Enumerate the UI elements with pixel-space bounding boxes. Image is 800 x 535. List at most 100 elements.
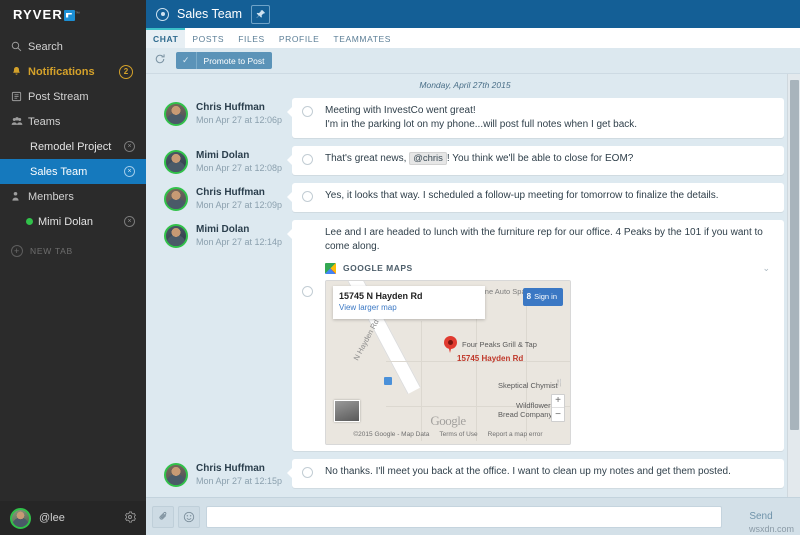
notification-badge: 2 [119, 65, 133, 79]
view-larger-map-link[interactable]: View larger map [339, 302, 479, 314]
message-row: Mimi Dolan Mon Apr 27 at 12:08p That's g… [146, 146, 784, 175]
sidebar-item-mimi-dolan[interactable]: Mimi Dolan × [0, 209, 146, 234]
google-maps-icon [325, 263, 336, 274]
avatar[interactable] [164, 463, 188, 487]
site-watermark: wsxdn.com [749, 524, 794, 534]
tab-files[interactable]: FILES [231, 28, 272, 48]
message-bubble: Meeting with InvestCo went great! I'm in… [292, 98, 784, 138]
avatar[interactable] [164, 187, 188, 211]
map-copyright: ©2015 Google - Map Data [353, 428, 429, 442]
brand-mark-icon [64, 10, 75, 21]
tab-teammates[interactable]: TEAMMATES [326, 28, 398, 48]
message-input[interactable] [206, 506, 722, 528]
current-user-handle: @lee [39, 512, 124, 524]
message-bubble: No thanks. I'll meet you back at the off… [292, 459, 784, 488]
message-author-block: Mimi Dolan Mon Apr 27 at 12:08p [164, 146, 292, 175]
message-select-radio[interactable] [302, 286, 313, 297]
post-stream-icon [11, 91, 28, 102]
message-row: Chris Huffman Mon Apr 27 at 12:06p Meeti… [146, 98, 784, 138]
google-g-icon: 8 [527, 290, 531, 304]
message-select-radio[interactable] [302, 154, 313, 165]
message-row: Mimi Dolan Mon Apr 27 at 12:14p Lee and … [146, 220, 784, 451]
message-author: Chris Huffman [196, 187, 282, 199]
new-tab-button[interactable]: + NEW TAB [0, 238, 146, 263]
message-line: I'm in the parking lot on my phone...wil… [325, 118, 774, 132]
map-place-name: Four Peaks Grill & Tap [462, 338, 537, 352]
tab-chat[interactable]: CHAT [146, 28, 185, 48]
scrollbar-thumb[interactable] [790, 80, 799, 430]
message-select-radio[interactable] [302, 467, 313, 478]
tab-bar: CHAT POSTS FILES PROFILE TEAMMATES [146, 28, 800, 48]
avatar[interactable] [10, 508, 31, 529]
sidebar-item-members[interactable]: Members [0, 184, 146, 209]
send-button[interactable]: Send [728, 511, 794, 522]
google-watermark: Google [430, 414, 465, 428]
message-select-radio[interactable] [302, 106, 313, 117]
message-author: Chris Huffman [196, 463, 282, 475]
message-list-scrollbar[interactable] [787, 74, 800, 497]
message-bubble: Yes, it looks that way. I scheduled a fo… [292, 183, 784, 212]
sidebar-nav: Search Notifications 2 Post Stream T [0, 28, 146, 501]
street-view-thumbnail[interactable] [334, 400, 360, 422]
teams-icon [11, 116, 28, 127]
terms-of-use-link[interactable]: Terms of Use [439, 428, 477, 442]
page-title: Sales Team [177, 7, 242, 21]
gear-icon[interactable] [124, 511, 136, 526]
promote-to-post-button[interactable]: ✓ Promote to Post [176, 52, 272, 69]
avatar[interactable] [164, 224, 188, 248]
date-separator: Monday, April 27th 2015 [146, 74, 784, 98]
mention-chip[interactable]: @chris [409, 152, 447, 165]
smiley-icon[interactable] [178, 506, 200, 528]
message-select-radio[interactable] [302, 191, 313, 202]
map-address: 15745 N Hayden Rd [339, 290, 479, 302]
message-timestamp: Mon Apr 27 at 12:14p [196, 236, 282, 249]
zoom-in-button[interactable]: + [552, 395, 564, 408]
member-icon [11, 191, 28, 202]
online-status-icon [26, 218, 33, 225]
sidebar-item-search[interactable]: Search [0, 34, 146, 59]
avatar[interactable] [164, 102, 188, 126]
report-map-error-link[interactable]: Report a map error [488, 428, 543, 442]
pin-icon[interactable] [251, 5, 270, 24]
sidebar-item-post-stream[interactable]: Post Stream [0, 84, 146, 109]
new-tab-label: NEW TAB [30, 246, 73, 256]
tab-posts[interactable]: POSTS [185, 28, 231, 48]
close-icon[interactable]: × [124, 141, 135, 152]
map-preview[interactable]: Cobblestone Auto Spa 15745 N Hayden Rd V… [325, 280, 571, 445]
message-row: Chris Huffman Mon Apr 27 at 12:15p No th… [146, 459, 784, 488]
sidebar-member-label: Mimi Dolan [38, 216, 124, 228]
message-text: Yes, it looks that way. I scheduled a fo… [325, 189, 774, 203]
map-info-card: 15745 N Hayden Rd View larger map [333, 286, 485, 319]
zoom-out-button[interactable]: − [552, 408, 564, 421]
action-bar: ✓ Promote to Post [146, 48, 800, 74]
app-root: RYVER™ Search Notifications 2 Pos [0, 0, 800, 535]
paperclip-icon[interactable] [152, 506, 174, 528]
sign-in-button[interactable]: 8 Sign in [523, 288, 563, 306]
chevron-down-icon[interactable]: ⌄ [762, 261, 770, 275]
refresh-icon[interactable] [154, 53, 166, 68]
sidebar-item-label: Post Stream [28, 91, 135, 103]
avatar[interactable] [164, 150, 188, 174]
sidebar-item-remodel-project[interactable]: Remodel Project × [0, 134, 146, 159]
map-transit-icon [384, 377, 392, 385]
message-row: Chris Huffman Mon Apr 27 at 12:09p Yes, … [146, 183, 784, 212]
close-icon[interactable]: × [124, 216, 135, 227]
message-text: Lee and I are headed to lunch with the f… [325, 226, 774, 445]
brand-tm: ™ [75, 11, 80, 17]
message-line: Meeting with InvestCo went great! [325, 104, 774, 118]
message-text: Meeting with InvestCo went great! I'm in… [325, 104, 774, 132]
channel-header: Sales Team [146, 0, 800, 28]
map-place-address: 15745 Hayden Rd [457, 352, 523, 366]
message-text: That's great news, @chris! You think we'… [325, 152, 774, 166]
attachment-header: GOOGLE MAPS ⌄ [325, 261, 774, 275]
bell-icon [11, 66, 28, 77]
close-icon[interactable]: × [124, 166, 135, 177]
message-author: Mimi Dolan [196, 224, 282, 236]
sidebar-item-notifications[interactable]: Notifications 2 [0, 59, 146, 84]
plus-icon: + [11, 245, 23, 257]
sidebar-item-sales-team[interactable]: Sales Team × [0, 159, 146, 184]
message-author-block: Chris Huffman Mon Apr 27 at 12:15p [164, 459, 292, 488]
sidebar-item-teams[interactable]: Teams [0, 109, 146, 134]
tab-profile[interactable]: PROFILE [272, 28, 327, 48]
message-text-before: That's great news, [325, 153, 406, 164]
